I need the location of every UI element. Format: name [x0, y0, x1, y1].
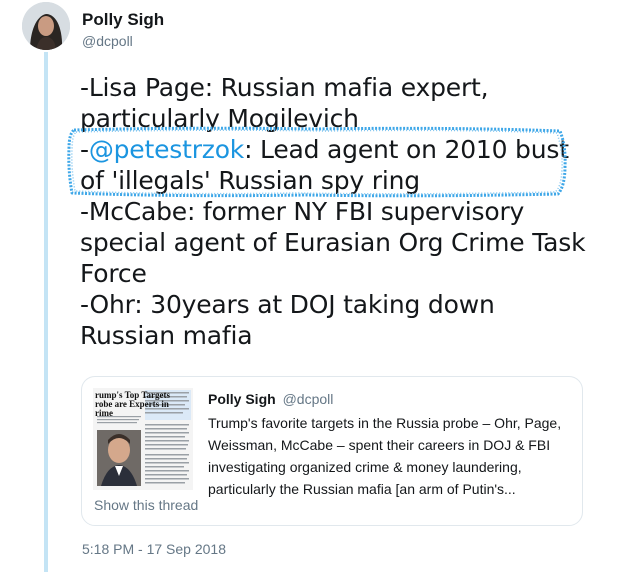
tweet-text-line: -Ohr: 30years at DOJ taking down — [80, 289, 600, 320]
quoted-tweet-text: Trump's favorite targets in the Russia p… — [208, 412, 574, 500]
tweet-text-line: Force — [80, 258, 600, 289]
mention-link[interactable]: @petestrzok — [89, 135, 244, 164]
author-handle[interactable]: @dcpoll — [82, 33, 133, 49]
show-this-thread-link[interactable]: Show this thread — [94, 497, 198, 513]
tweet-page: Polly Sigh @dcpoll -Lisa Page: Russian m… — [0, 0, 620, 572]
avatar[interactable] — [22, 2, 70, 50]
tweet-text-segment: -Lisa Page: Russian mafia expert, — [80, 73, 489, 102]
tweet-text-line: of 'illegals' Russian spy ring — [80, 165, 600, 196]
quoted-text-line: Weissman, McCabe – spent their careers i… — [208, 437, 551, 453]
tweet-text: -Lisa Page: Russian mafia expert, particu… — [80, 72, 600, 351]
quoted-author-handle: @dcpoll — [282, 391, 334, 407]
tweet-text-segment: Russian mafia — [80, 321, 253, 350]
quoted-tweet-thumbnail[interactable]: rump's Top Targets robe are Experts in r… — [93, 388, 193, 490]
tweet-text-segment: of 'illegals' Russian spy ring — [80, 166, 420, 195]
tweet-text-segment: - — [80, 135, 89, 164]
thread-connector-line — [44, 52, 48, 572]
quoted-author-name: Polly Sigh — [208, 391, 276, 407]
tweet-text-line: Russian mafia — [80, 320, 600, 351]
quoted-text-line: investigating organized crime & money la… — [208, 459, 522, 475]
quoted-text-line: Trump's favorite targets in the Russia p… — [208, 415, 562, 431]
avatar-image — [22, 2, 70, 50]
quoted-text-line: particularly the Russian mafia [an arm o… — [208, 481, 516, 497]
thumbnail-headline-3: rime — [95, 408, 113, 418]
tweet-text-line: special agent of Eurasian Org Crime Task — [80, 227, 600, 258]
tweet-text-segment: : Lead agent on 2010 bust — [244, 135, 569, 164]
tweet-text-segment: Force — [80, 259, 147, 288]
tweet-text-line: -McCabe: former NY FBI supervisory — [80, 196, 600, 227]
tweet-text-segment: -Ohr: 30years at DOJ taking down — [80, 290, 495, 319]
quoted-tweet-author[interactable]: Polly Sigh @dcpoll — [208, 391, 333, 407]
author-name[interactable]: Polly Sigh — [82, 10, 164, 30]
tweet-text-line: -@petestrzok: Lead agent on 2010 bust — [80, 134, 600, 165]
tweet-text-segment: -McCabe: former NY FBI supervisory — [80, 197, 525, 226]
tweet-text-segment: particularly Mogilevich — [80, 104, 359, 133]
quoted-tweet-card[interactable]: rump's Top Targets robe are Experts in r… — [81, 376, 583, 526]
tweet-timestamp[interactable]: 5:18 PM - 17 Sep 2018 — [82, 541, 226, 557]
tweet-text-line: particularly Mogilevich — [80, 103, 600, 134]
tweet-text-segment: special agent of Eurasian Org Crime Task — [80, 228, 586, 257]
tweet-text-line: -Lisa Page: Russian mafia expert, — [80, 72, 600, 103]
